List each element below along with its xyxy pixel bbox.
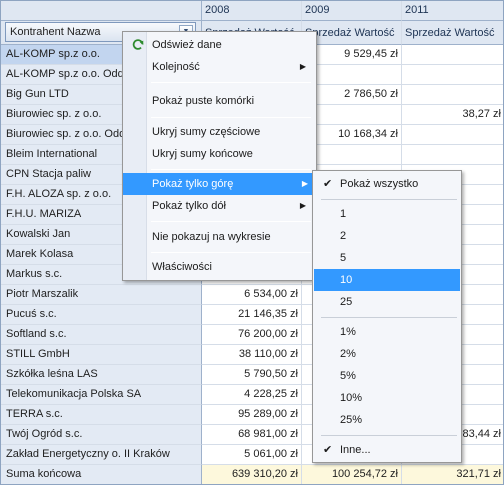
row-header[interactable]: Telekomunikacja Polska SA xyxy=(1,385,202,405)
menu-item-hide-subtotals[interactable]: Ukryj sumy częściowe xyxy=(125,121,314,143)
measure-header-2011[interactable]: Sprzedaż Wartość xyxy=(402,21,503,45)
submenu-item-1[interactable]: 1 xyxy=(314,203,460,225)
column-header-2008[interactable]: 2008 xyxy=(202,1,302,21)
value-cell-2011[interactable] xyxy=(402,145,503,165)
value-cell-2011[interactable] xyxy=(402,65,503,85)
corner-cell xyxy=(1,1,202,21)
submenu-item-show-all[interactable]: ✔ Pokaż wszystko xyxy=(314,173,460,195)
value-cell-2008[interactable]: 4 228,25 zł xyxy=(202,385,302,405)
value-cell-2008[interactable]: 5 061,00 zł xyxy=(202,445,302,465)
menu-separator xyxy=(151,117,311,118)
column-header-2009[interactable]: 2009 xyxy=(302,1,402,21)
row-header[interactable]: Pucuś s.c. xyxy=(1,305,202,325)
check-icon: ✔ xyxy=(323,444,333,456)
row-header[interactable]: Softland s.c. xyxy=(1,325,202,345)
menu-item-order[interactable]: Kolejność ▶ xyxy=(125,56,314,78)
check-icon: ✔ xyxy=(323,178,333,190)
menu-item-show-bottom[interactable]: Pokaż tylko dół ▶ xyxy=(125,195,314,217)
value-cell-2009[interactable]: 10 168,34 zł xyxy=(302,125,402,145)
value-cell-2011[interactable] xyxy=(402,125,503,145)
total-cell-2009[interactable]: 100 254,72 zł xyxy=(302,465,402,484)
value-cell-2008[interactable]: 21 146,35 zł xyxy=(202,305,302,325)
submenu-item-1-percent[interactable]: 1% xyxy=(314,321,460,343)
menu-item-show-empty-cells[interactable]: Pokaż puste komórki xyxy=(125,90,314,112)
value-cell-2009[interactable] xyxy=(302,145,402,165)
value-cell-2008[interactable]: 5 790,50 zł xyxy=(202,365,302,385)
submenu-item-5-percent[interactable]: 5% xyxy=(314,365,460,387)
submenu-separator xyxy=(321,199,457,200)
row-header[interactable]: Zakład Energetyczny o. II Kraków xyxy=(1,445,202,465)
submenu-item-10-percent[interactable]: 10% xyxy=(314,387,460,409)
column-header-2011[interactable]: 2011 xyxy=(402,1,503,21)
submenu-separator xyxy=(321,435,457,436)
value-cell-2008[interactable]: 95 289,00 zł xyxy=(202,405,302,425)
value-cell-2008[interactable]: 38 110,00 zł xyxy=(202,345,302,365)
menu-separator xyxy=(151,221,311,222)
menu-item-hide-grand-totals[interactable]: Ukryj sumy końcowe xyxy=(125,143,314,165)
row-header[interactable]: STILL GmbH xyxy=(1,345,202,365)
submenu-arrow-icon: ▶ xyxy=(299,201,306,210)
menu-separator xyxy=(151,169,311,170)
submenu-separator xyxy=(321,317,457,318)
total-cell-2008[interactable]: 639 310,20 zł xyxy=(202,465,302,484)
menu-item-show-top[interactable]: Pokaż tylko górę ▶ xyxy=(123,173,316,195)
value-cell-2009[interactable]: 2 786,50 zł xyxy=(302,85,402,105)
value-cell-2008[interactable]: 76 200,00 zł xyxy=(202,325,302,345)
value-cell-2011[interactable] xyxy=(402,45,503,65)
submenu-item-25[interactable]: 25 xyxy=(314,291,460,313)
total-cell-2011[interactable]: 321,71 zł xyxy=(402,465,503,484)
value-cell-2011[interactable]: 38,27 zł xyxy=(402,105,503,125)
total-label[interactable]: Suma końcowa xyxy=(1,465,202,484)
submenu-arrow-icon: ▶ xyxy=(299,62,306,71)
menu-item-hide-in-chart[interactable]: Nie pokazuj na wykresie xyxy=(125,226,314,248)
refresh-icon xyxy=(132,39,144,50)
menu-separator xyxy=(151,82,311,83)
total-row: Suma końcowa 639 310,20 zł 100 254,72 zł 32… xyxy=(1,465,503,484)
value-cell-2009[interactable] xyxy=(302,105,402,125)
context-menu: Odśwież dane Kolejność ▶ Pokaż puste kom… xyxy=(122,31,317,281)
submenu-arrow-icon: ▶ xyxy=(301,179,308,188)
column-header-row-years: 2008 2009 2011 xyxy=(1,1,503,21)
submenu-item-2[interactable]: 2 xyxy=(314,225,460,247)
row-header[interactable]: TERRA s.c. xyxy=(1,405,202,425)
measure-header-2009[interactable]: Sprzedaż Wartość xyxy=(302,21,402,45)
value-cell-2009[interactable] xyxy=(302,65,402,85)
submenu-item-2-percent[interactable]: 2% xyxy=(314,343,460,365)
menu-item-refresh[interactable]: Odśwież dane xyxy=(125,34,314,56)
row-field-label: Kontrahent Nazwa xyxy=(10,26,101,38)
menu-item-properties[interactable]: Właściwości xyxy=(125,256,314,278)
menu-separator xyxy=(151,252,311,253)
row-header[interactable]: Piotr Marszalik xyxy=(1,285,202,305)
row-header[interactable]: Twój Ogród s.c. xyxy=(1,425,202,445)
submenu-item-5[interactable]: 5 xyxy=(314,247,460,269)
submenu-item-10[interactable]: 10 xyxy=(314,269,460,291)
value-cell-2009[interactable]: 9 529,45 zł xyxy=(302,45,402,65)
value-cell-2008[interactable]: 68 981,00 zł xyxy=(202,425,302,445)
submenu-item-25-percent[interactable]: 25% xyxy=(314,409,460,431)
row-header[interactable]: Szkółka leśna LAS xyxy=(1,365,202,385)
value-cell-2011[interactable] xyxy=(402,85,503,105)
value-cell-2008[interactable]: 6 534,00 zł xyxy=(202,285,302,305)
submenu-item-other[interactable]: ✔ Inne... xyxy=(314,439,460,461)
show-top-submenu: ✔ Pokaż wszystko 1 2 5 10 25 1% 2% 5% 10… xyxy=(312,170,462,463)
